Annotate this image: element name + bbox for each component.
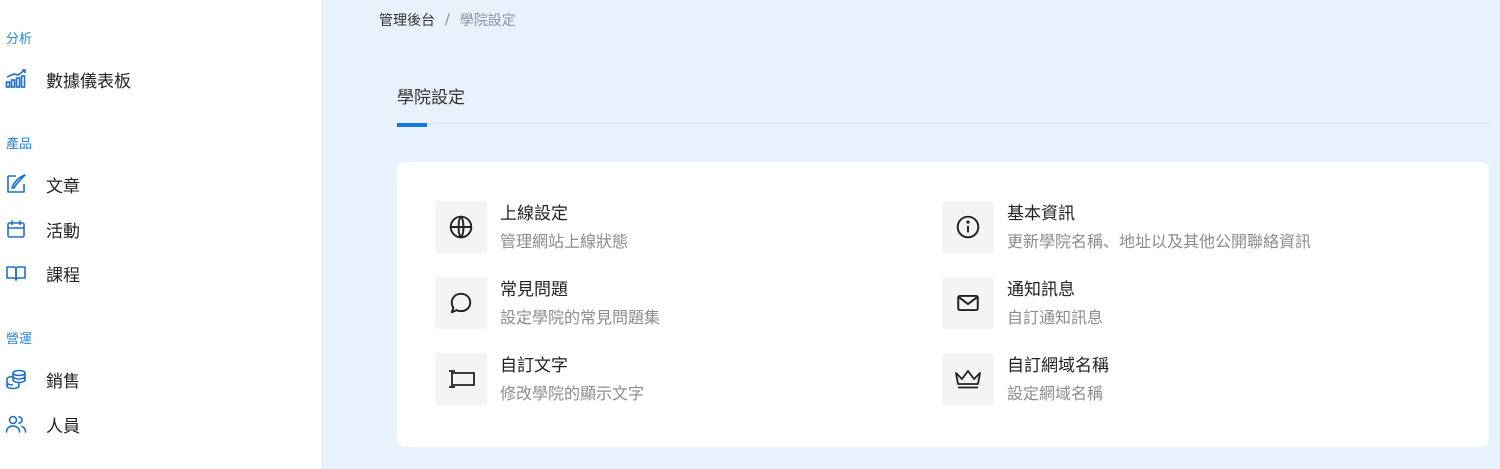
section-title-products: 產品 (6, 137, 33, 152)
book-icon (5, 262, 27, 284)
setting-faq[interactable]: 常見問題 設定學院的常見問題集 (435, 277, 660, 330)
setting-title: 自訂文字 (500, 356, 568, 376)
sidebar-item-label: 課程 (46, 265, 80, 286)
sidebar-item-label: 數據儀表板 (46, 71, 131, 92)
tab-active-indicator (397, 123, 427, 127)
breadcrumb-root-link[interactable]: 管理後台 (379, 10, 435, 30)
sidebar-item-people[interactable]: 人員 (0, 407, 322, 441)
sidebar-item-articles[interactable]: 文章 (0, 167, 322, 201)
text-field-icon (435, 353, 487, 405)
setting-title: 常見問題 (500, 280, 568, 300)
mail-icon (942, 277, 994, 329)
sidebar-item-label: 文章 (46, 176, 80, 197)
coins-icon (5, 368, 27, 390)
sidebar: 分析 數據儀表板 產品 文章 活動 課程 營運 銷售 人員 (0, 0, 323, 469)
globe-icon (435, 201, 487, 253)
setting-custom-text[interactable]: 自訂文字 修改學院的顯示文字 (435, 353, 644, 406)
section-title-analytics: 分析 (6, 32, 33, 47)
section-title-operations: 營運 (6, 332, 33, 347)
sidebar-item-sales[interactable]: 銷售 (0, 362, 322, 396)
setting-description: 修改學院的顯示文字 (500, 384, 645, 403)
calendar-icon (5, 218, 27, 240)
breadcrumb: 管理後台 / 學院設定 (379, 10, 516, 30)
sidebar-item-dashboard[interactable]: 數據儀表板 (0, 62, 322, 96)
setting-custom-domain[interactable]: 自訂網域名稱 設定網域名稱 (942, 353, 1109, 406)
setting-title: 通知訊息 (1007, 280, 1075, 300)
chart-bars-icon (5, 68, 27, 90)
setting-description: 管理網站上線狀態 (500, 232, 629, 251)
breadcrumb-separator: / (445, 12, 450, 28)
setting-basic-info[interactable]: 基本資訊 更新學院名稱、地址以及其他公開聯絡資訊 (942, 201, 1311, 254)
setting-title: 自訂網域名稱 (1007, 356, 1109, 376)
sidebar-item-label: 銷售 (46, 371, 80, 392)
crown-icon (942, 353, 994, 405)
setting-description: 設定網域名稱 (1007, 384, 1104, 403)
sidebar-item-courses[interactable]: 課程 (0, 256, 322, 290)
setting-description: 設定學院的常見問題集 (500, 308, 661, 327)
settings-card: 上線設定 管理網站上線狀態 基本資訊 更新學院名稱、地址以及其他公開聯絡資訊 常… (397, 162, 1489, 447)
setting-description: 更新學院名稱、地址以及其他公開聯絡資訊 (1007, 232, 1312, 251)
sidebar-item-label: 人員 (46, 416, 80, 437)
edit-icon (5, 173, 27, 195)
setting-notifications[interactable]: 通知訊息 自訂通知訊息 (942, 277, 1103, 330)
chat-bubble-icon (435, 277, 487, 329)
setting-go-live[interactable]: 上線設定 管理網站上線狀態 (435, 201, 628, 254)
info-icon (942, 201, 994, 253)
setting-title: 基本資訊 (1007, 204, 1075, 224)
tab-academy-settings[interactable]: 學院設定 (397, 83, 465, 108)
users-icon (5, 413, 27, 435)
setting-title: 上線設定 (500, 204, 568, 224)
breadcrumb-current: 學院設定 (459, 13, 516, 29)
tab-divider (397, 123, 1489, 124)
sidebar-item-events[interactable]: 活動 (0, 212, 322, 246)
setting-description: 自訂通知訊息 (1007, 308, 1104, 327)
sidebar-item-label: 活動 (46, 221, 80, 242)
